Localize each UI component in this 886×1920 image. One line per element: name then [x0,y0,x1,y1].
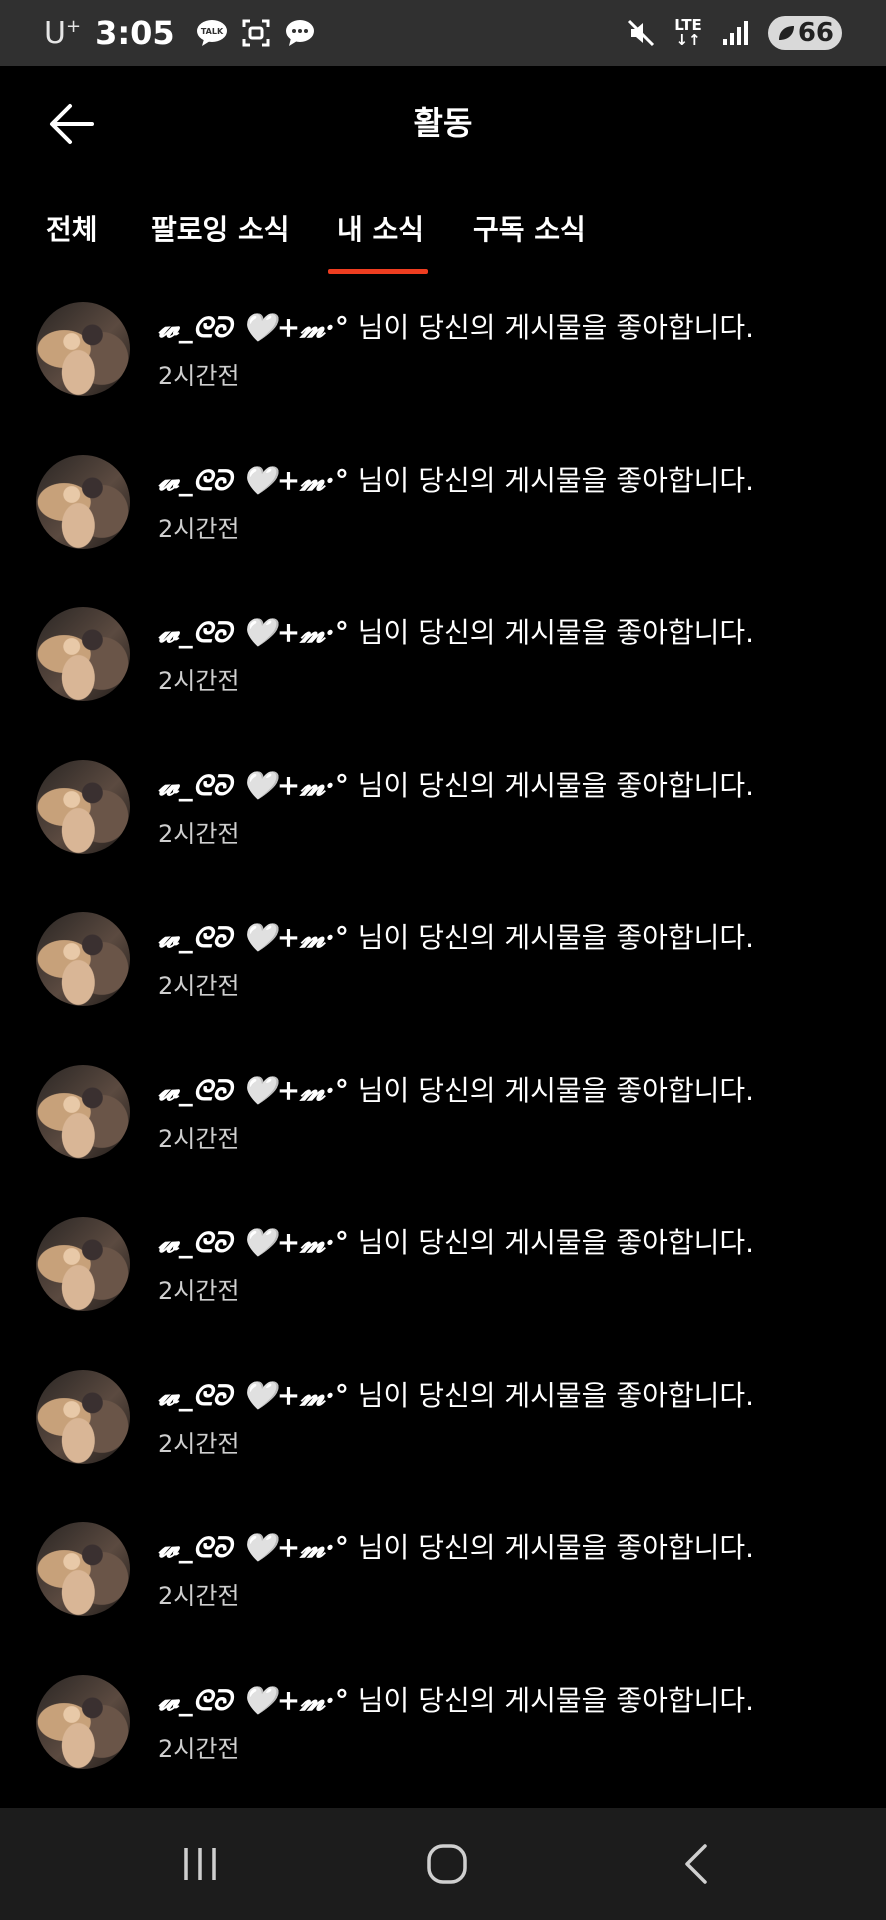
timestamp: 2시간전 [158,972,240,1000]
username[interactable]: 𝔀_ᘓᘐ 🤍+𝓶·° [158,921,349,954]
home-icon [427,1844,467,1884]
screenshot-icon [239,16,273,50]
username[interactable]: 𝔀_ᘓᘐ 🤍+𝓶·° [158,464,349,497]
username[interactable]: 𝔀_ᘓᘐ 🤍+𝓶·° [158,769,349,802]
notification-text: 𝔀_ᘓᘐ 🤍+𝓶·° 님이 당신의 게시물을 좋아합니다. [158,764,754,804]
tab-subscription-news[interactable]: 구독 소식 [473,208,586,248]
carrier-label: U+ [44,15,82,51]
username[interactable]: 𝔀_ᘓᘐ 🤍+𝓶·° [158,1684,349,1717]
list-item[interactable]: 𝔀_ᘓᘐ 🤍+𝓶·° 님이 당신의 게시물을 좋아합니다. 2시간전 [0,601,886,753]
tab-all[interactable]: 전체 [46,208,98,248]
timestamp: 2시간전 [158,667,240,695]
status-bar: U+ 3:05 TALK LTE ↓↑ 66 [0,0,886,66]
notification-message: 님이 당신의 게시물을 좋아합니다. [348,463,755,497]
username[interactable]: 𝔀_ᘓᘐ 🤍+𝓶·° [158,1531,349,1564]
avatar[interactable] [36,759,130,854]
timestamp: 2시간전 [158,1582,240,1610]
list-item[interactable]: 𝔀_ᘓᘐ 🤍+𝓶·° 님이 당신의 게시물을 좋아합니다. 2시간전 [0,1059,886,1211]
list-item[interactable]: 𝔀_ᘓᘐ 🤍+𝓶·° 님이 당신의 게시물을 좋아합니다. 2시간전 [0,1364,886,1516]
notification-text: 𝔀_ᘓᘐ 🤍+𝓶·° 님이 당신의 게시물을 좋아합니다. [158,611,754,651]
notification-message: 님이 당신의 게시물을 좋아합니다. [348,1378,755,1412]
recent-apps-button[interactable] [170,1836,230,1892]
kakaotalk-icon: TALK [195,16,229,50]
notification-text: 𝔀_ᘓᘐ 🤍+𝓶·° 님이 당신의 게시물을 좋아합니다. [158,916,754,956]
notification-message: 님이 당신의 게시물을 좋아합니다. [348,1683,755,1717]
list-item[interactable]: 𝔀_ᘓᘐ 🤍+𝓶·° 님이 당신의 게시물을 좋아합니다. 2시간전 [0,296,886,448]
notification-message: 님이 당신의 게시물을 좋아합니다. [348,1531,755,1564]
avatar[interactable] [36,454,130,549]
mute-icon [624,16,658,50]
recent-apps-icon [184,1848,216,1880]
nav-back-button[interactable] [666,1836,726,1892]
list-item[interactable]: 𝔀_ᘓᘐ 🤍+𝓶·° 님이 당신의 게시물을 좋아합니다. 2시간전 [0,1669,886,1821]
avatar[interactable] [36,1217,130,1311]
avatar[interactable] [36,1064,130,1159]
timestamp: 2시간전 [158,1734,240,1763]
lte-icon: LTE ↓↑ [674,16,702,49]
username[interactable]: 𝔀_ᘓᘐ 🤍+𝓶·° [158,1074,349,1107]
notification-text: 𝔀_ᘓᘐ 🤍+𝓶·° 님이 당신의 게시물을 좋아합니다. [158,1679,754,1719]
username[interactable]: 𝔀_ᘓᘐ 🤍+𝓶·° [158,616,349,649]
notification-message: 님이 당신의 게시물을 좋아합니다. [348,1226,755,1259]
chat-bubble-icon [283,16,317,50]
system-nav-bar [0,1808,886,1920]
notification-message: 님이 당신의 게시물을 좋아합니다. [348,311,755,344]
notification-message: 님이 당신의 게시물을 좋아합니다. [348,1073,755,1107]
avatar[interactable] [36,1522,130,1616]
battery-level: 66 [797,18,834,48]
back-icon [685,1844,707,1884]
notification-text: 𝔀_ᘓᘐ 🤍+𝓶·° 님이 당신의 게시물을 좋아합니다. [158,1069,754,1109]
timestamp: 2시간전 [158,1124,240,1153]
notification-text: 𝔀_ᘓᘐ 🤍+𝓶·° 님이 당신의 게시물을 좋아합니다. [158,1526,754,1566]
timestamp: 2시간전 [158,1429,240,1458]
tab-my-news[interactable]: 내 소식 [337,208,424,248]
active-tab-indicator [328,269,428,274]
username[interactable]: 𝔀_ᘓᘐ 🤍+𝓶·° [158,311,349,344]
clock: 3:05 [95,14,175,52]
avatar[interactable] [36,1674,130,1769]
timestamp: 2시간전 [158,819,240,848]
home-button[interactable] [417,1836,477,1892]
timestamp: 2시간전 [158,514,240,543]
avatar[interactable] [36,607,130,701]
battery-icon: 66 [767,16,842,50]
notification-text: 𝔀_ᘓᘐ 🤍+𝓶·° 님이 당신의 게시물을 좋아합니다. [158,1374,754,1414]
username[interactable]: 𝔀_ᘓᘐ 🤍+𝓶·° [158,1379,349,1412]
notification-text: 𝔀_ᘓᘐ 🤍+𝓶·° 님이 당신의 게시물을 좋아합니다. [158,306,754,346]
notification-text: 𝔀_ᘓᘐ 🤍+𝓶·° 님이 당신의 게시물을 좋아합니다. [158,459,754,499]
tab-following-news[interactable]: 팔로잉 소식 [151,208,290,248]
header: 활동 [0,66,886,174]
list-item[interactable]: 𝔀_ᘓᘐ 🤍+𝓶·° 님이 당신의 게시물을 좋아합니다. 2시간전 [0,1211,886,1363]
list-item[interactable]: 𝔀_ᘓᘐ 🤍+𝓶·° 님이 당신의 게시물을 좋아합니다. 2시간전 [0,906,886,1058]
username[interactable]: 𝔀_ᘓᘐ 🤍+𝓶·° [158,1226,349,1259]
notification-message: 님이 당신의 게시물을 좋아합니다. [348,768,755,802]
list-item[interactable]: 𝔀_ᘓᘐ 🤍+𝓶·° 님이 당신의 게시물을 좋아합니다. 2시간전 [0,449,886,601]
tab-bar: 전체 팔로잉 소식 내 소식 구독 소식 [0,196,886,276]
avatar[interactable] [36,302,130,396]
status-bar-right: LTE ↓↑ 66 [624,16,842,50]
notification-text: 𝔀_ᘓᘐ 🤍+𝓶·° 님이 당신의 게시물을 좋아합니다. [158,1221,754,1261]
timestamp: 2시간전 [158,362,240,390]
avatar[interactable] [36,1369,130,1464]
avatar[interactable] [36,912,130,1006]
signal-icon [718,16,752,50]
svg-text:TALK: TALK [200,27,223,36]
status-bar-left: U+ 3:05 TALK [44,14,317,52]
page-title: 활동 [413,104,473,142]
timestamp: 2시간전 [158,1277,240,1305]
list-item[interactable]: 𝔀_ᘓᘐ 🤍+𝓶·° 님이 당신의 게시물을 좋아합니다. 2시간전 [0,754,886,906]
notification-message: 님이 당신의 게시물을 좋아합니다. [348,616,755,649]
list-item[interactable]: 𝔀_ᘓᘐ 🤍+𝓶·° 님이 당신의 게시물을 좋아합니다. 2시간전 [0,1516,886,1668]
notification-message: 님이 당신의 게시물을 좋아합니다. [348,921,755,954]
